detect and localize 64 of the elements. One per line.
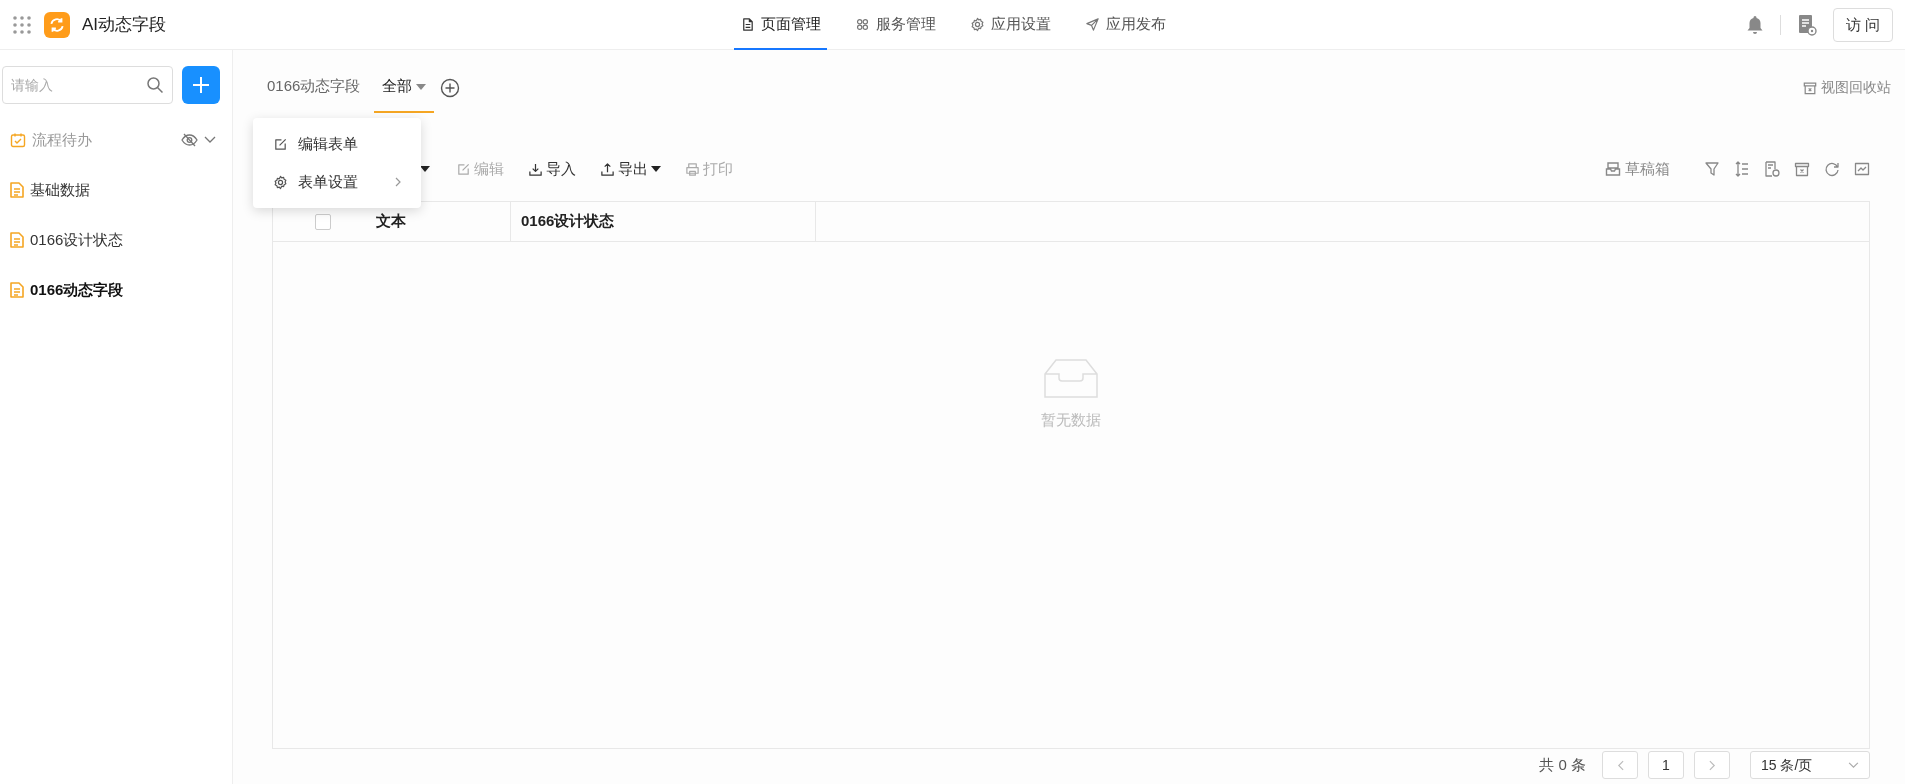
document-settings-icon[interactable] — [1764, 161, 1780, 177]
paper-plane-icon — [1084, 16, 1100, 32]
download-icon — [528, 161, 543, 177]
line-chart-icon[interactable] — [1854, 161, 1870, 177]
nav-tab[interactable]: 应用发布 — [1078, 0, 1172, 50]
toolbar-button[interactable]: 导入 — [528, 157, 576, 181]
column-header: 文本 — [376, 211, 406, 232]
settings-icon — [273, 174, 288, 190]
recycle-bin-icon — [1803, 80, 1817, 95]
refresh-icon[interactable] — [1824, 161, 1840, 177]
search-field[interactable]: 请输入 — [2, 66, 173, 104]
recycle-bin-icon[interactable] — [1794, 161, 1810, 177]
sidebar-item[interactable]: 0166设计状态 — [30, 228, 216, 252]
grid-icon — [854, 16, 870, 32]
view-tab[interactable]: 0166动态字段 — [259, 62, 369, 113]
visit-button[interactable]: 访 问 — [1832, 8, 1893, 42]
chevron-down-icon — [1848, 761, 1859, 769]
view-tab[interactable]: 全部 — [374, 62, 435, 113]
calendar-check-icon — [10, 132, 26, 148]
inbox-icon — [1605, 161, 1621, 177]
add-button[interactable] — [182, 66, 220, 104]
app-logo-icon — [44, 12, 70, 38]
sidebar-item[interactable]: 0166动态字段 — [30, 278, 216, 302]
caret-down-icon[interactable] — [420, 166, 430, 172]
column-header: 0166设计状态 — [521, 211, 615, 232]
app-grid-icon[interactable] — [12, 15, 32, 35]
menu-item[interactable]: 编辑表单 — [253, 125, 421, 163]
caret-down-icon — [651, 166, 661, 172]
plus-icon — [191, 75, 211, 95]
nav-tab[interactable]: 服务管理 — [848, 0, 942, 50]
filter-icon[interactable] — [1704, 161, 1720, 177]
chevron-right-icon — [1708, 759, 1716, 771]
printer-icon — [685, 161, 700, 177]
edit-icon — [456, 161, 471, 177]
view-recycle-bin-link[interactable]: 视图回收站 — [1803, 77, 1891, 98]
add-view-icon[interactable] — [440, 77, 461, 98]
eye-off-icon[interactable] — [181, 133, 198, 147]
total-count: 共 0 条 — [1539, 754, 1586, 775]
chevron-right-icon — [395, 177, 401, 187]
bell-icon[interactable] — [1745, 15, 1764, 35]
drafts-button[interactable]: 草稿箱 — [1605, 157, 1670, 181]
document-settings-icon[interactable] — [1796, 14, 1817, 36]
edit-icon — [273, 136, 288, 152]
toolbar-button[interactable]: 导出 — [600, 157, 661, 181]
chevron-left-icon — [1616, 759, 1624, 771]
nav-tab[interactable]: 应用设置 — [963, 0, 1057, 50]
document-icon — [10, 282, 24, 298]
page-size-value: 15 条/页 — [1761, 755, 1813, 775]
caret-down-icon — [416, 83, 427, 90]
sidebar-item[interactable]: 基础数据 — [30, 178, 216, 202]
settings-icon — [969, 16, 985, 32]
document-icon — [10, 182, 24, 198]
page-number-button[interactable]: 1 — [1648, 751, 1684, 779]
search-icon[interactable] — [146, 76, 164, 94]
chevron-down-icon[interactable] — [204, 136, 216, 144]
app-title: AI动态字段 — [82, 14, 167, 37]
select-all-checkbox[interactable] — [315, 213, 331, 230]
document-icon — [10, 232, 24, 248]
page-size-select[interactable]: 15 条/页 — [1750, 751, 1870, 779]
upload-icon — [600, 161, 615, 177]
row-height-icon[interactable] — [1734, 161, 1750, 177]
empty-state-text: 暂无数据 — [1041, 410, 1101, 430]
empty-inbox-icon — [1044, 359, 1098, 399]
menu-item[interactable]: 表单设置 — [253, 163, 421, 201]
